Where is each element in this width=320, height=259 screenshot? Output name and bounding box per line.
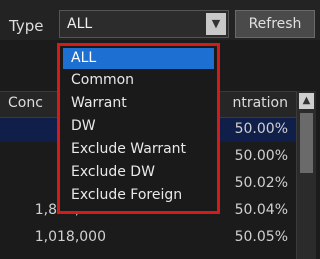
column-header-concentration[interactable]: ntration (232, 95, 288, 111)
type-label: Type (9, 17, 44, 35)
cell-concentration: 50.00% (234, 148, 288, 164)
chevron-down-icon[interactable]: ▼ (206, 13, 226, 35)
column-header-conc[interactable]: Conc (8, 95, 43, 111)
option-common[interactable]: Common (63, 70, 214, 91)
cell-concentration: 50.00% (234, 121, 288, 137)
option-dw[interactable]: DW (63, 116, 214, 137)
table-row[interactable]: 1,018,000 50.05% (0, 226, 296, 250)
option-exclude-warrant[interactable]: Exclude Warrant (63, 139, 214, 160)
cell-concentration: 50.04% (234, 202, 288, 218)
cell-concentration: 50.02% (234, 175, 288, 191)
vertical-scrollbar[interactable]: ▲ (296, 91, 316, 259)
cell-concentration: 50.05% (234, 229, 288, 245)
option-warrant[interactable]: Warrant (63, 93, 214, 114)
option-exclude-dw[interactable]: Exclude DW (63, 162, 214, 183)
refresh-button[interactable]: Refresh (235, 10, 315, 38)
scrollbar-thumb[interactable] (300, 113, 313, 173)
toolbar: Type ALL ▼ Refresh (0, 0, 320, 40)
scroll-up-icon[interactable]: ▲ (299, 93, 314, 109)
cell-conc: 1,018,000 (34, 229, 106, 245)
type-select-value: ALL (67, 16, 93, 32)
app-window: Type ALL ▼ Refresh Conc ntration 50.00% … (0, 0, 320, 259)
type-dropdown-list: ALL Common Warrant DW Exclude Warrant Ex… (57, 43, 220, 214)
type-select[interactable]: ALL ▼ (59, 10, 229, 38)
option-all[interactable]: ALL (63, 48, 214, 69)
option-exclude-foreign[interactable]: Exclude Foreign (63, 185, 214, 206)
